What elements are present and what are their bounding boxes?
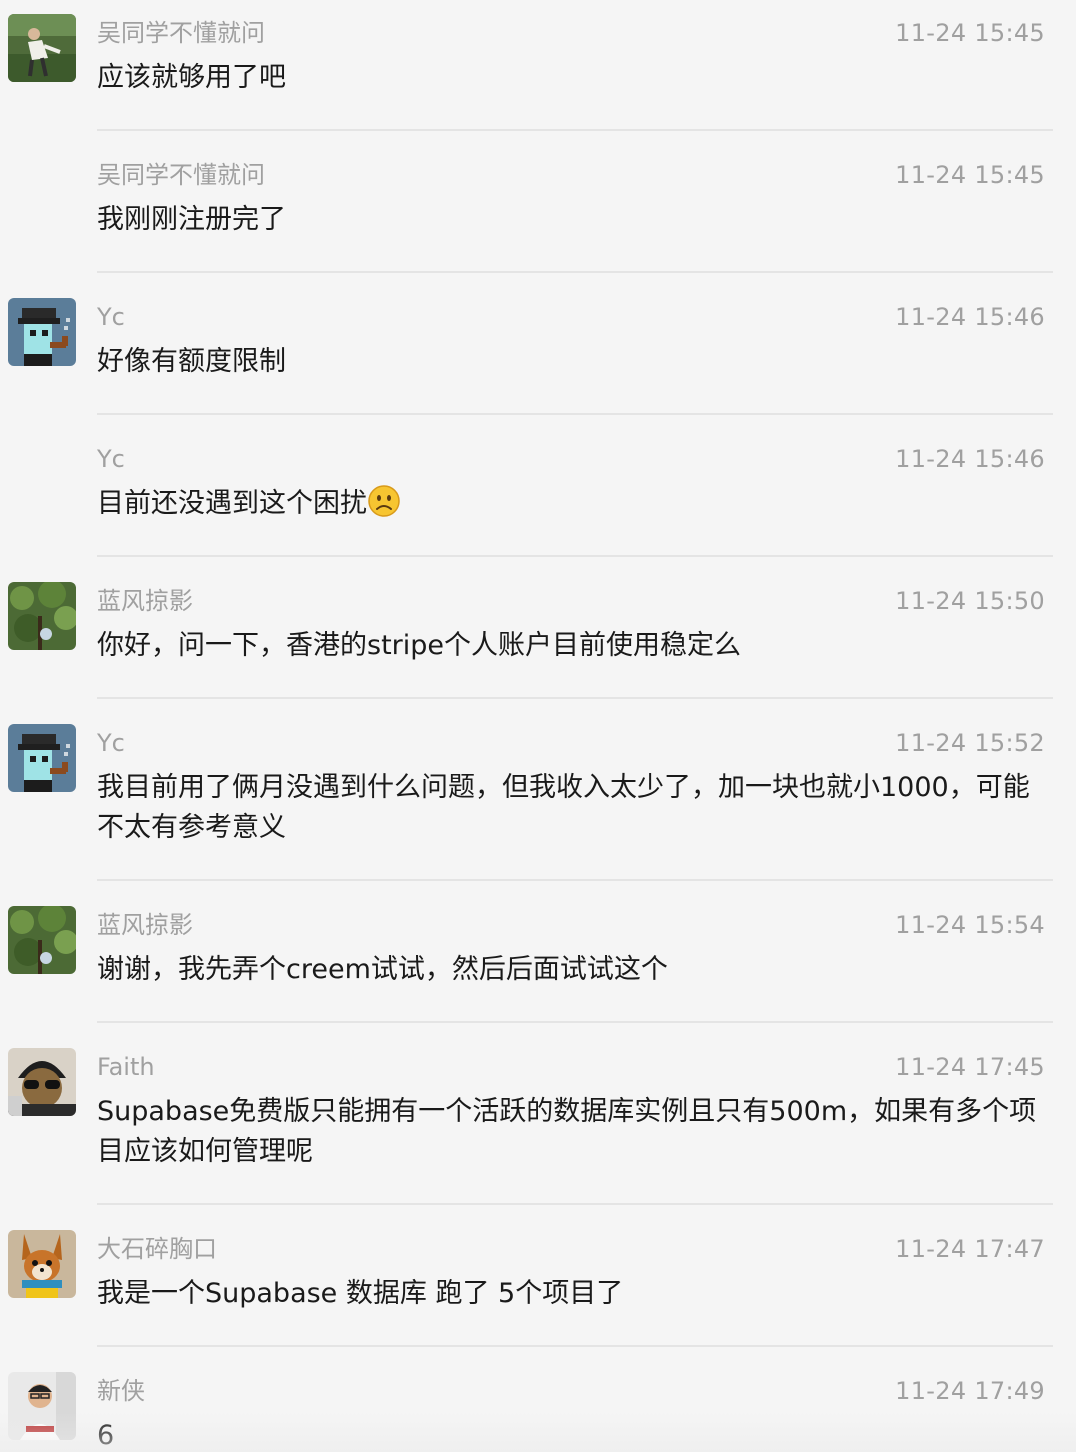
message-time: 11-24 15:52 — [895, 729, 1045, 757]
message-text: 好像有额度限制 — [97, 346, 286, 377]
chat-message: 吴同学不懂就问 11-24 15:45 我刚刚注册完了 — [0, 142, 1076, 272]
sender-name[interactable]: 大石碎胸口 — [97, 1232, 217, 1266]
sender-name[interactable]: 吴同学不懂就问 — [97, 16, 265, 50]
message-time: 11-24 15:54 — [895, 911, 1045, 939]
message-text: 我刚刚注册完了 — [97, 204, 286, 235]
divider — [97, 413, 1053, 415]
avatar[interactable] — [8, 1372, 76, 1440]
chat-message: 吴同学不懂就问 11-24 15:45 应该就够用了吧 — [0, 0, 1076, 130]
sender-name[interactable]: Yc — [97, 442, 125, 476]
message-time: 11-24 15:50 — [895, 587, 1045, 615]
chat-message: 蓝风掠影 11-24 15:54 谢谢，我先弄个creem试试，然后后面试试这个 — [0, 892, 1076, 1022]
chat-message: Faith 11-24 17:45 Supabase免费版只能拥有一个活跃的数据… — [0, 1034, 1076, 1204]
sender-name[interactable]: 蓝风掠影 — [97, 908, 193, 942]
sender-name[interactable]: Faith — [97, 1050, 155, 1084]
sender-name[interactable]: Yc — [97, 726, 125, 760]
message-text: 6 — [97, 1420, 115, 1451]
message-text-container: 目前还没遇到这个困扰 — [97, 484, 1042, 524]
chat-message: 新侠 11-24 17:49 6 — [0, 1358, 1076, 1452]
divider — [97, 1021, 1053, 1023]
divider — [97, 271, 1053, 273]
avatar[interactable] — [8, 724, 76, 792]
frowning-face-emoji-icon — [368, 485, 400, 517]
avatar[interactable] — [8, 298, 76, 366]
message-time: 11-24 15:45 — [895, 161, 1045, 189]
divider — [97, 697, 1053, 699]
avatar[interactable] — [8, 1048, 76, 1116]
sender-name[interactable]: 吴同学不懂就问 — [97, 158, 265, 192]
avatar[interactable] — [8, 582, 76, 650]
chat-message-list[interactable]: 吴同学不懂就问 11-24 15:45 应该就够用了吧 吴同学不懂就问 11-2… — [0, 0, 1076, 1452]
divider — [97, 129, 1053, 131]
chat-message: Yc 11-24 15:52 我目前用了俩月没遇到什么问题，但我收入太少了，加一… — [0, 710, 1076, 880]
message-text: 我目前用了俩月没遇到什么问题，但我收入太少了，加一块也就小1000，可能不太有参… — [97, 772, 1030, 843]
message-text: 我是一个Supabase 数据库 跑了 5个项目了 — [97, 1278, 624, 1309]
sender-name[interactable]: Yc — [97, 300, 125, 334]
divider — [97, 1345, 1053, 1347]
sender-name[interactable]: 新侠 — [97, 1374, 145, 1408]
avatar[interactable] — [8, 906, 76, 974]
divider — [97, 555, 1053, 557]
message-text: Supabase免费版只能拥有一个活跃的数据库实例且只有500m，如果有多个项目… — [97, 1096, 1037, 1167]
message-text: 谢谢，我先弄个creem试试，然后后面试试这个 — [97, 954, 668, 985]
chat-message: Yc 11-24 15:46 好像有额度限制 — [0, 284, 1076, 414]
avatar[interactable] — [8, 14, 76, 82]
chat-message: 蓝风掠影 11-24 15:50 你好，问一下，香港的stripe个人账户目前使… — [0, 568, 1076, 698]
message-time: 11-24 15:45 — [895, 19, 1045, 47]
message-time: 11-24 17:45 — [895, 1053, 1045, 1081]
chat-message: Yc 11-24 15:46 目前还没遇到这个困扰 — [0, 426, 1076, 556]
message-text: 你好，问一下，香港的stripe个人账户目前使用稳定么 — [97, 630, 742, 661]
divider — [97, 1203, 1053, 1205]
avatar[interactable] — [8, 1230, 76, 1298]
divider — [97, 879, 1053, 881]
message-text: 应该就够用了吧 — [97, 62, 286, 93]
sender-name[interactable]: 蓝风掠影 — [97, 584, 193, 618]
chat-message: 大石碎胸口 11-24 17:47 我是一个Supabase 数据库 跑了 5个… — [0, 1216, 1076, 1346]
message-time: 11-24 15:46 — [895, 303, 1045, 331]
message-time: 11-24 17:49 — [895, 1377, 1045, 1405]
message-text: 目前还没遇到这个困扰 — [97, 488, 367, 519]
message-time: 11-24 15:46 — [895, 445, 1045, 473]
message-time: 11-24 17:47 — [895, 1235, 1045, 1263]
